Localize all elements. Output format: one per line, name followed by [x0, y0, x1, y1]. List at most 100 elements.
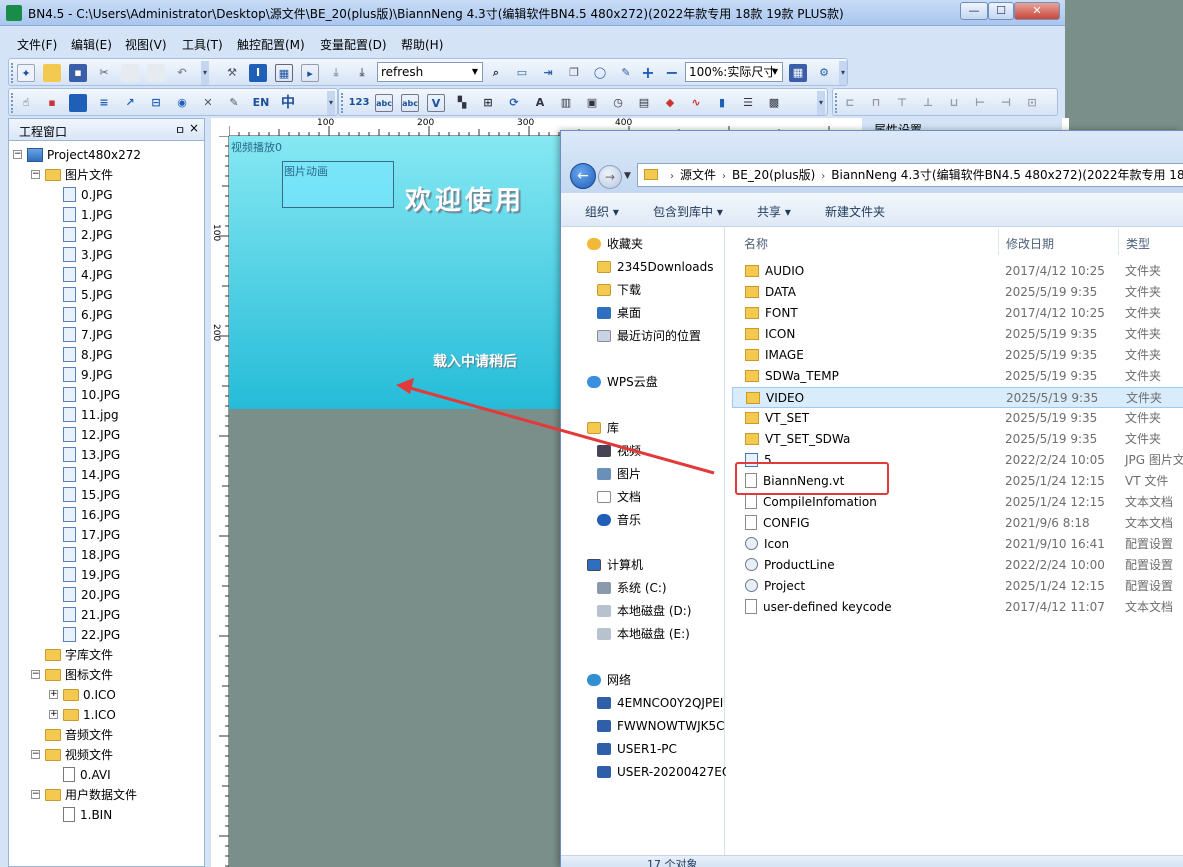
- forward-button[interactable]: →: [598, 165, 622, 189]
- preview-icon[interactable]: ⌕: [487, 64, 505, 82]
- tree-file-image[interactable]: 5.JPG: [63, 285, 113, 305]
- square-icon[interactable]: [69, 94, 87, 112]
- align-left-icon[interactable]: ⊏: [841, 94, 859, 112]
- breadcrumb-chevron-icon[interactable]: ›: [722, 171, 726, 182]
- copy-icon[interactable]: [121, 64, 139, 82]
- tree-file-image[interactable]: 6.JPG: [63, 305, 113, 325]
- tree-file-image[interactable]: 9.JPG: [63, 365, 113, 385]
- nav-fav-item[interactable]: 2345Downloads: [597, 256, 713, 278]
- grid-icon[interactable]: ▦: [275, 64, 293, 82]
- file-row[interactable]: CONFIG 2021/9/6 8:18 文本文档: [732, 513, 1183, 534]
- minimize-button[interactable]: —: [960, 2, 988, 20]
- tree-file-image[interactable]: 16.JPG: [63, 505, 120, 525]
- collapse-icon[interactable]: −: [31, 670, 40, 679]
- menu-help[interactable]: 帮助(H): [401, 36, 443, 53]
- nav-drive[interactable]: 本地磁盘 (E:): [597, 623, 690, 645]
- nav-network[interactable]: 网络: [587, 669, 631, 691]
- collapse-icon[interactable]: −: [31, 750, 40, 759]
- nav-net-item[interactable]: FWWNOWTWJK5C: [597, 715, 725, 737]
- column-type-header[interactable]: 类型: [1126, 235, 1150, 252]
- edit-icon[interactable]: ✎: [225, 94, 243, 112]
- qr-code-icon[interactable]: ▩: [765, 94, 783, 112]
- file-row[interactable]: ProductLine 2022/2/24 10:00 配置设置: [732, 555, 1183, 576]
- file-row[interactable]: CompileInfomation 2025/1/24 12:15 文本文档: [732, 492, 1183, 513]
- window-icon[interactable]: ❐: [565, 64, 583, 82]
- lang-en-button[interactable]: EN: [249, 94, 273, 112]
- toolbar-chevron-icon[interactable]: ▾: [327, 91, 335, 115]
- tree-file-image[interactable]: 0.JPG: [63, 185, 113, 205]
- build-tools-icon[interactable]: ⚒: [223, 64, 241, 82]
- value-icon[interactable]: V: [427, 94, 445, 112]
- zoom-icon[interactable]: ◯: [591, 64, 609, 82]
- include-in-library-button[interactable]: 包含到库中 ▾: [653, 203, 723, 220]
- toolbar-chevron-icon[interactable]: ▾: [817, 91, 825, 115]
- expand-icon[interactable]: +: [49, 710, 58, 719]
- file-row[interactable]: user-defined keycode 2017/4/12 11:07 文本文档: [732, 597, 1183, 618]
- menu-touch-config[interactable]: 触控配置(M): [237, 36, 305, 53]
- collapse-icon[interactable]: −: [13, 150, 22, 159]
- download-icon[interactable]: ⤓: [353, 64, 371, 82]
- panel-close-button[interactable]: ×: [189, 121, 199, 135]
- tree-file-image[interactable]: 21.JPG: [63, 605, 120, 625]
- new-file-icon[interactable]: ✦: [17, 64, 35, 82]
- file-row[interactable]: FONT 2017/4/12 10:25 文件夹: [732, 303, 1183, 324]
- toolbar-grip[interactable]: [11, 93, 14, 113]
- nav-drive[interactable]: 本地磁盘 (D:): [597, 600, 691, 622]
- nav-favorites[interactable]: 收藏夹: [587, 233, 643, 255]
- pin-icon[interactable]: ㅁ: [175, 122, 185, 138]
- tree-file-image[interactable]: 3.JPG: [63, 245, 113, 265]
- open-folder-icon[interactable]: [43, 64, 61, 82]
- file-row[interactable]: DATA 2025/5/19 9:35 文件夹: [732, 282, 1183, 303]
- align-middle-icon[interactable]: ⊥: [919, 94, 937, 112]
- page-icon[interactable]: ▸: [301, 64, 319, 82]
- tree-file-image[interactable]: 2.JPG: [63, 225, 113, 245]
- breadcrumb-item[interactable]: 源文件: [680, 168, 716, 182]
- text-input-icon[interactable]: abc: [401, 94, 419, 112]
- list-icon[interactable]: ≡: [95, 94, 113, 112]
- tree-file-video[interactable]: 0.AVI: [63, 765, 111, 785]
- toggle-icon[interactable]: ⊞: [479, 94, 497, 112]
- nav-net-item[interactable]: 4EMNCO0Y2QJPEI: [597, 692, 723, 714]
- nav-fav-item[interactable]: 桌面: [597, 302, 641, 324]
- video-widget-label[interactable]: 视频播放0: [231, 139, 282, 155]
- nav-net-item[interactable]: USER1-PC: [597, 738, 677, 760]
- calculator-icon[interactable]: ▦: [789, 64, 807, 82]
- clock-icon[interactable]: ◷: [609, 94, 627, 112]
- tree-file-image[interactable]: 4.JPG: [63, 265, 113, 285]
- save-icon[interactable]: ▪: [69, 64, 87, 82]
- file-row[interactable]: VT_SET_SDWa 2025/5/19 9:35 文件夹: [732, 429, 1183, 450]
- eyedropper-icon[interactable]: ✎: [617, 64, 635, 82]
- file-row[interactable]: ICON 2025/5/19 9:35 文件夹: [732, 324, 1183, 345]
- text-tool-icon[interactable]: I: [249, 64, 267, 82]
- tree-file-image[interactable]: 8.JPG: [63, 345, 113, 365]
- picture-animation-widget[interactable]: 图片动画: [282, 161, 394, 208]
- slider-icon[interactable]: ⊟: [147, 94, 165, 112]
- toolbar-grip[interactable]: [341, 93, 344, 113]
- tree-file-image[interactable]: 18.JPG: [63, 545, 120, 565]
- column-date-header[interactable]: 修改日期: [1006, 235, 1054, 252]
- tree-file-image[interactable]: 19.JPG: [63, 565, 120, 585]
- menu-list-icon[interactable]: ☰: [739, 94, 757, 112]
- toolbar-chevron-icon[interactable]: ▾: [201, 61, 209, 85]
- tree-file-image[interactable]: 11.jpg: [63, 405, 119, 425]
- digital-clock-icon[interactable]: ▤: [635, 94, 653, 112]
- distribute-v-icon[interactable]: ⊣: [997, 94, 1015, 112]
- tree-file-image[interactable]: 10.JPG: [63, 385, 120, 405]
- undo-icon[interactable]: ↶: [173, 64, 191, 82]
- file-row[interactable]: VT_SET 2025/5/19 9:35 文件夹: [732, 408, 1183, 429]
- distribute-h-icon[interactable]: ⊢: [971, 94, 989, 112]
- menu-edit[interactable]: 编辑(E): [71, 36, 112, 53]
- import-icon[interactable]: ⤓: [327, 64, 345, 82]
- align-center-icon[interactable]: ⊓: [867, 94, 885, 112]
- toolbar-chevron-icon[interactable]: ▾: [839, 61, 847, 85]
- export-icon[interactable]: ⇥: [539, 64, 557, 82]
- combo-arrow-icon[interactable]: ▼: [769, 64, 781, 80]
- data-icon[interactable]: ▥: [557, 94, 575, 112]
- combo-arrow-icon[interactable]: ▼: [469, 64, 481, 80]
- wrench-icon[interactable]: ✕: [199, 94, 217, 112]
- breadcrumb-chevron-icon[interactable]: ›: [670, 171, 674, 182]
- chart-icon[interactable]: ▚: [453, 94, 471, 112]
- address-bar[interactable]: › 源文件 › BE_20(plus版) › BiannNeng 4.3寸(编辑软件BN4…: [637, 163, 1183, 187]
- tree-file-userdata[interactable]: 1.BIN: [63, 805, 112, 825]
- radio-icon[interactable]: ◉: [173, 94, 191, 112]
